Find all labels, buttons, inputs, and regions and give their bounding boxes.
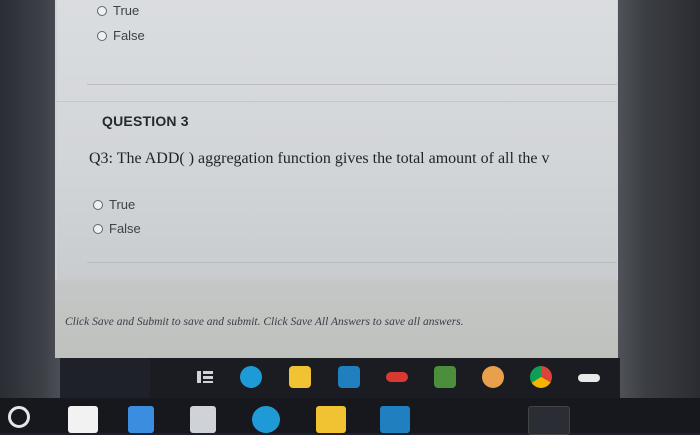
submit-footer: Click Save and Submit to save and submit…	[55, 280, 618, 358]
option-false[interactable]: False	[93, 221, 141, 236]
divider	[87, 84, 617, 85]
edge-icon[interactable]	[240, 366, 262, 388]
edge-icon[interactable]	[252, 406, 280, 433]
photos-icon[interactable]	[482, 366, 504, 388]
option-label: False	[109, 221, 141, 236]
photo-edge-left	[0, 0, 60, 433]
option-label: False	[113, 28, 145, 43]
question-text: Q3: The ADD( ) aggregation function give…	[89, 150, 550, 167]
photo-edge-right	[610, 0, 700, 433]
file-explorer-icon[interactable]	[316, 406, 346, 433]
radio-icon[interactable]	[97, 5, 107, 16]
option-false-prev[interactable]: False	[97, 28, 145, 43]
option-label: True	[113, 3, 140, 18]
app-icon[interactable]	[68, 406, 98, 433]
app-icon[interactable]	[528, 406, 570, 435]
chrome-icon[interactable]	[530, 366, 552, 388]
option-true[interactable]: True	[93, 197, 135, 212]
option-label: True	[109, 197, 136, 212]
store-icon[interactable]	[434, 366, 456, 388]
submit-instructions: Click Save and Submit to save and submit…	[65, 316, 464, 328]
app-icon[interactable]	[578, 374, 600, 382]
divider	[57, 101, 617, 102]
question-panel: True False QUESTION 3 Q3: The ADD( ) agg…	[57, 0, 617, 280]
task-view-icon[interactable]	[194, 366, 216, 388]
radio-icon[interactable]	[93, 223, 103, 234]
mail-icon[interactable]	[380, 406, 410, 433]
question-title: QUESTION 3	[102, 113, 189, 129]
task-view-icon[interactable]	[128, 406, 154, 433]
mail-icon[interactable]	[338, 366, 360, 388]
file-explorer-icon[interactable]	[289, 366, 311, 388]
option-true-prev[interactable]: True	[97, 3, 139, 18]
search-icon[interactable]	[8, 406, 30, 428]
radio-icon[interactable]	[93, 199, 103, 210]
app-icon[interactable]	[386, 372, 408, 382]
divider	[87, 262, 617, 263]
browser-viewport: True False QUESTION 3 Q3: The ADD( ) agg…	[55, 0, 618, 358]
radio-icon[interactable]	[97, 30, 107, 41]
app-icon[interactable]	[190, 406, 216, 433]
system-taskbar	[0, 398, 700, 433]
